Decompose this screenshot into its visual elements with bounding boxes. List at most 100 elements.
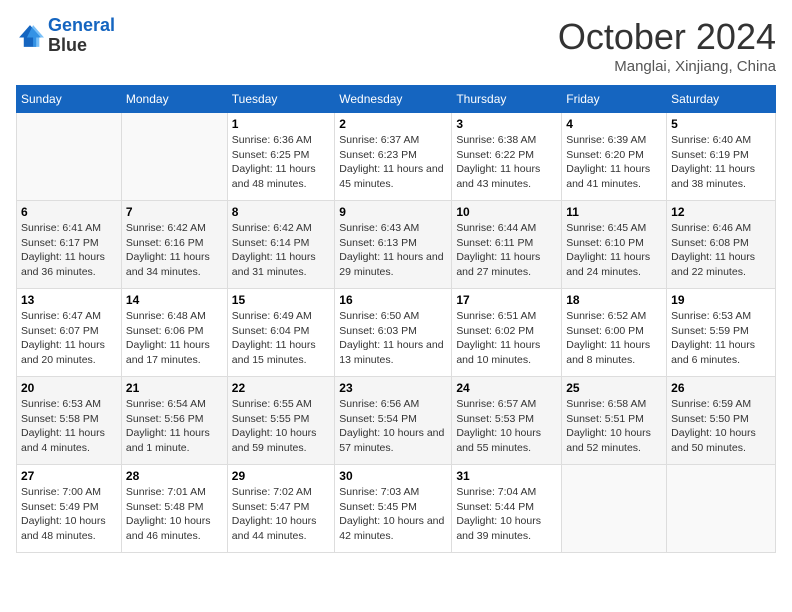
day-info: Sunrise: 6:55 AM Sunset: 5:55 PM Dayligh… [232,397,330,456]
day-info: Sunrise: 6:36 AM Sunset: 6:25 PM Dayligh… [232,133,330,192]
logo-blue: Blue [48,36,115,56]
calendar-cell [121,113,227,201]
day-number: 18 [566,293,662,307]
day-number: 19 [671,293,771,307]
day-number: 6 [21,205,117,219]
day-number: 8 [232,205,330,219]
day-number: 29 [232,469,330,483]
calendar-cell: 26Sunrise: 6:59 AM Sunset: 5:50 PM Dayli… [667,377,776,465]
weekday-header: Sunday [17,86,122,113]
logo-text: General Blue [48,16,115,56]
day-number: 1 [232,117,330,131]
calendar-cell: 29Sunrise: 7:02 AM Sunset: 5:47 PM Dayli… [227,465,334,553]
calendar-cell: 12Sunrise: 6:46 AM Sunset: 6:08 PM Dayli… [667,201,776,289]
calendar-cell [667,465,776,553]
calendar-cell: 23 Sunrise: 6:56 AM Sunset: 5:54 PM Dayli… [335,377,452,465]
calendar-cell: 22 Sunrise: 6:55 AM Sunset: 5:55 PM Dayli… [227,377,334,465]
day-number: 12 [671,205,771,219]
day-info: Sunrise: 6:42 AM Sunset: 6:16 PM Dayligh… [126,221,223,280]
day-info: Sunrise: 6:41 AM Sunset: 6:17 PM Dayligh… [21,221,117,280]
day-number: 27 [21,469,117,483]
calendar-cell: 24 Sunrise: 6:57 AM Sunset: 5:53 PM Dayli… [452,377,562,465]
day-info: Sunrise: 6:45 AM Sunset: 6:10 PM Dayligh… [566,221,662,280]
day-info: Sunrise: 6:43 AM Sunset: 6:13 PM Dayligh… [339,221,447,280]
calendar-cell [562,465,667,553]
day-info: Sunrise: 6:47 AM Sunset: 6:07 PM Dayligh… [21,309,117,368]
day-number: 17 [456,293,557,307]
day-number: 10 [456,205,557,219]
day-number: 11 [566,205,662,219]
calendar-cell: 1 Sunrise: 6:36 AM Sunset: 6:25 PM Daylig… [227,113,334,201]
day-info: Sunrise: 6:50 AM Sunset: 6:03 PM Dayligh… [339,309,447,368]
weekday-header: Thursday [452,86,562,113]
calendar-cell: 28Sunrise: 7:01 AM Sunset: 5:48 PM Dayli… [121,465,227,553]
day-info: Sunrise: 6:58 AM Sunset: 5:51 PM Dayligh… [566,397,662,456]
day-info: Sunrise: 6:54 AM Sunset: 5:56 PM Dayligh… [126,397,223,456]
calendar-table: SundayMondayTuesdayWednesdayThursdayFrid… [16,85,776,553]
calendar-cell: 3 Sunrise: 6:38 AM Sunset: 6:22 PM Daylig… [452,113,562,201]
day-info: Sunrise: 6:39 AM Sunset: 6:20 PM Dayligh… [566,133,662,192]
weekday-header: Monday [121,86,227,113]
calendar-week-row: 1 Sunrise: 6:36 AM Sunset: 6:25 PM Daylig… [17,113,776,201]
calendar-cell: 21 Sunrise: 6:54 AM Sunset: 5:56 PM Dayli… [121,377,227,465]
day-info: Sunrise: 6:49 AM Sunset: 6:04 PM Dayligh… [232,309,330,368]
logo-icon [16,22,44,50]
calendar-cell: 7 Sunrise: 6:42 AM Sunset: 6:16 PM Daylig… [121,201,227,289]
calendar-cell: 5Sunrise: 6:40 AM Sunset: 6:19 PM Daylig… [667,113,776,201]
day-number: 22 [232,381,330,395]
day-number: 31 [456,469,557,483]
calendar-week-row: 27Sunrise: 7:00 AM Sunset: 5:49 PM Dayli… [17,465,776,553]
day-number: 26 [671,381,771,395]
day-info: Sunrise: 6:38 AM Sunset: 6:22 PM Dayligh… [456,133,557,192]
day-info: Sunrise: 6:42 AM Sunset: 6:14 PM Dayligh… [232,221,330,280]
day-info: Sunrise: 6:51 AM Sunset: 6:02 PM Dayligh… [456,309,557,368]
page-header: General Blue October 2024 Manglai, Xinji… [16,16,776,75]
month-title: October 2024 [558,16,776,58]
calendar-cell: 16 Sunrise: 6:50 AM Sunset: 6:03 PM Dayli… [335,289,452,377]
day-number: 7 [126,205,223,219]
calendar-cell: 14Sunrise: 6:48 AM Sunset: 6:06 PM Dayli… [121,289,227,377]
calendar-cell: 17 Sunrise: 6:51 AM Sunset: 6:02 PM Dayli… [452,289,562,377]
day-number: 20 [21,381,117,395]
day-number: 23 [339,381,447,395]
day-info: Sunrise: 7:03 AM Sunset: 5:45 PM Dayligh… [339,485,447,544]
calendar-week-row: 13Sunrise: 6:47 AM Sunset: 6:07 PM Dayli… [17,289,776,377]
calendar-cell: 19 Sunrise: 6:53 AM Sunset: 5:59 PM Dayli… [667,289,776,377]
calendar-cell: 30Sunrise: 7:03 AM Sunset: 5:45 PM Dayli… [335,465,452,553]
calendar-cell: 8 Sunrise: 6:42 AM Sunset: 6:14 PM Daylig… [227,201,334,289]
weekday-header: Tuesday [227,86,334,113]
calendar-cell: 10 Sunrise: 6:44 AM Sunset: 6:11 PM Dayli… [452,201,562,289]
location: Manglai, Xinjiang, China [558,58,776,75]
weekday-header: Wednesday [335,86,452,113]
day-info: Sunrise: 6:56 AM Sunset: 5:54 PM Dayligh… [339,397,447,456]
day-info: Sunrise: 7:01 AM Sunset: 5:48 PM Dayligh… [126,485,223,544]
calendar-cell: 25 Sunrise: 6:58 AM Sunset: 5:51 PM Dayli… [562,377,667,465]
day-info: Sunrise: 6:53 AM Sunset: 5:58 PM Dayligh… [21,397,117,456]
day-number: 2 [339,117,447,131]
day-info: Sunrise: 6:57 AM Sunset: 5:53 PM Dayligh… [456,397,557,456]
title-block: October 2024 Manglai, Xinjiang, China [558,16,776,75]
logo-general: General [48,15,115,35]
day-number: 16 [339,293,447,307]
calendar-cell: 27Sunrise: 7:00 AM Sunset: 5:49 PM Dayli… [17,465,122,553]
day-info: Sunrise: 6:44 AM Sunset: 6:11 PM Dayligh… [456,221,557,280]
day-number: 3 [456,117,557,131]
day-number: 24 [456,381,557,395]
day-number: 14 [126,293,223,307]
calendar-cell: 2Sunrise: 6:37 AM Sunset: 6:23 PM Daylig… [335,113,452,201]
calendar-cell: 15Sunrise: 6:49 AM Sunset: 6:04 PM Dayli… [227,289,334,377]
weekday-header: Saturday [667,86,776,113]
day-info: Sunrise: 6:53 AM Sunset: 5:59 PM Dayligh… [671,309,771,368]
calendar-week-row: 20 Sunrise: 6:53 AM Sunset: 5:58 PM Dayli… [17,377,776,465]
day-number: 21 [126,381,223,395]
logo: General Blue [16,16,115,56]
calendar-cell [17,113,122,201]
calendar-cell: 9Sunrise: 6:43 AM Sunset: 6:13 PM Daylig… [335,201,452,289]
day-number: 25 [566,381,662,395]
calendar-cell: 13Sunrise: 6:47 AM Sunset: 6:07 PM Dayli… [17,289,122,377]
weekday-header: Friday [562,86,667,113]
calendar-cell: 6 Sunrise: 6:41 AM Sunset: 6:17 PM Daylig… [17,201,122,289]
day-info: Sunrise: 6:52 AM Sunset: 6:00 PM Dayligh… [566,309,662,368]
calendar-cell: 4Sunrise: 6:39 AM Sunset: 6:20 PM Daylig… [562,113,667,201]
day-number: 5 [671,117,771,131]
